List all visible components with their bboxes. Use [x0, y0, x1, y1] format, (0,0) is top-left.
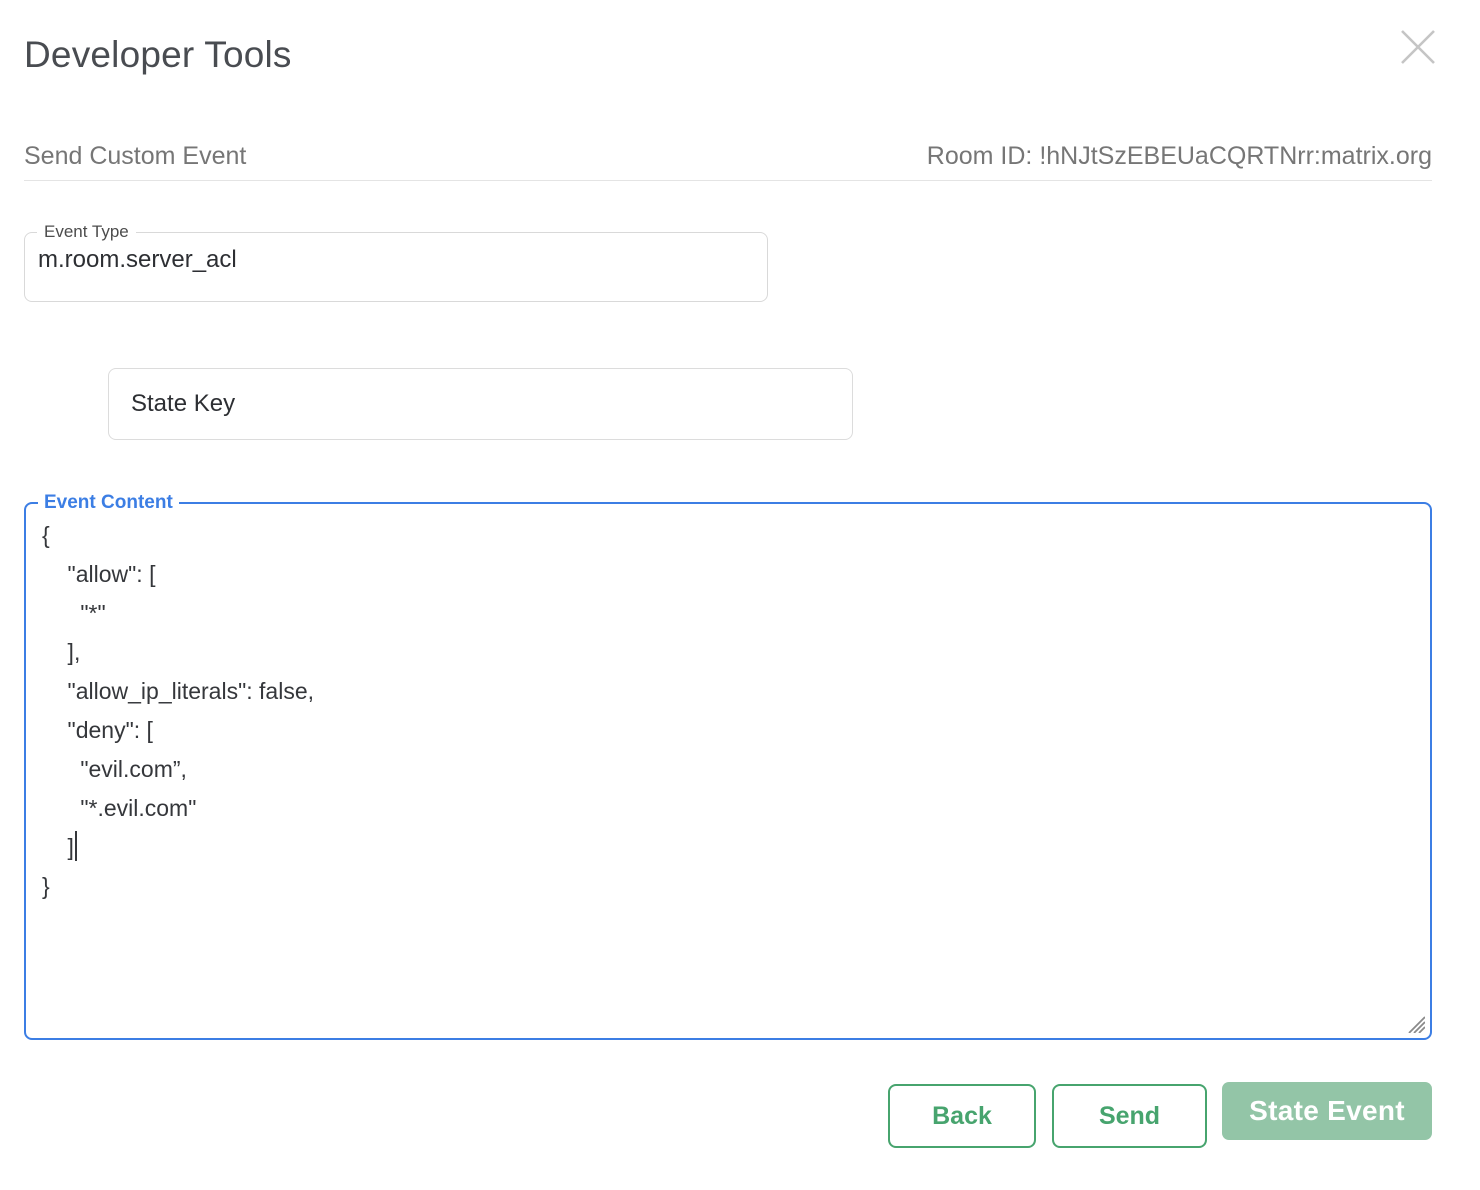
json-line: "*": [42, 594, 1430, 633]
back-button[interactable]: Back: [888, 1084, 1036, 1148]
room-id-label: Room ID: !hNJtSzEBEUaCQRTNrr:matrix.org: [927, 142, 1432, 171]
send-custom-event-heading: Send Custom Event: [24, 142, 246, 171]
json-line: {: [42, 516, 1430, 555]
json-line: "allow_ip_literals": false,: [42, 672, 1430, 711]
developer-tools-dialog: Developer Tools Send Custom Event Room I…: [0, 0, 1480, 1190]
close-icon: [1398, 27, 1438, 67]
json-line: ],: [42, 633, 1430, 672]
state-key-input[interactable]: [131, 390, 811, 418]
event-content-field[interactable]: Event Content { "allow": [ "*" ], "allow…: [24, 492, 1432, 1040]
send-button[interactable]: Send: [1052, 1084, 1207, 1148]
page-title: Developer Tools: [24, 34, 292, 76]
json-line: "deny": [: [42, 711, 1430, 750]
event-type-input[interactable]: [38, 246, 718, 274]
event-content-editor[interactable]: { "allow": [ "*" ], "allow_ip_literals":…: [26, 514, 1430, 906]
json-line: "allow": [: [42, 555, 1430, 594]
header-divider: [24, 180, 1432, 181]
json-line: "*.evil.com": [42, 789, 1430, 828]
event-type-label: Event Type: [37, 222, 136, 242]
text-cursor: [75, 831, 77, 861]
state-key-field[interactable]: [108, 368, 853, 440]
resize-grip-icon[interactable]: [1403, 1011, 1425, 1033]
json-line: "evil.com”,: [42, 750, 1430, 789]
json-line: }: [42, 867, 1430, 906]
event-content-label: Event Content: [38, 492, 179, 514]
json-line: ]: [42, 828, 1430, 867]
state-event-toggle-button[interactable]: State Event: [1222, 1082, 1432, 1140]
close-button[interactable]: [1396, 26, 1440, 70]
event-type-field[interactable]: Event Type: [24, 222, 768, 302]
